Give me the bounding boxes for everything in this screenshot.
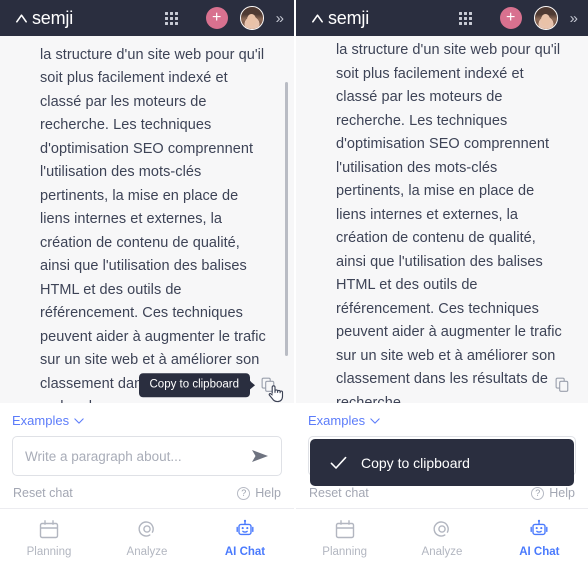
composer: Examples Reset chat ? Help: [0, 403, 294, 508]
brand-logo[interactable]: semji: [14, 9, 73, 27]
chat-scroll-area-right[interactable]: consiste à optimiser le contenu et la st…: [296, 36, 588, 403]
nav-label-planning: Planning: [322, 545, 368, 558]
left-screen: semji + » la structure d'un site web pou…: [0, 0, 294, 567]
nav-item-analyze[interactable]: Analyze: [98, 519, 196, 558]
app-header-right: semji + »: [296, 0, 588, 36]
brand-name-right: semji: [328, 8, 370, 28]
double-chevron-right-icon[interactable]: »: [570, 11, 578, 26]
nav-item-analyze[interactable]: Analyze: [393, 519, 490, 558]
examples-toggle-right[interactable]: Examples: [308, 411, 380, 436]
caret-up-icon: [16, 13, 27, 23]
target-spiral-icon: [138, 520, 154, 537]
chat-input[interactable]: [25, 448, 251, 464]
help-button[interactable]: ? Help: [237, 486, 281, 500]
question-mark-icon: ?: [531, 486, 545, 500]
nav-label-planning: Planning: [26, 545, 72, 558]
assistant-message-right: consiste à optimiser le contenu et la st…: [336, 42, 562, 403]
chevron-down-icon: [74, 417, 84, 424]
copy-icon[interactable]: Copy to clipboard: [138, 373, 284, 403]
nav-item-planning[interactable]: Planning: [296, 519, 393, 558]
send-icon[interactable]: [251, 449, 269, 463]
double-chevron-right-icon[interactable]: »: [276, 11, 284, 26]
robot-icon: [236, 519, 254, 535]
help-label: Help: [255, 486, 281, 500]
check-icon: [330, 456, 347, 469]
message-actions-right: [552, 375, 572, 395]
brand-name: semji: [32, 8, 74, 28]
help-button[interactable]: ? Help: [531, 486, 575, 500]
target-spiral-icon: [433, 520, 449, 537]
calendar-icon: [39, 519, 59, 538]
avatar[interactable]: [239, 6, 264, 30]
brand-logo-right[interactable]: semji: [310, 9, 369, 27]
nav-item-planning[interactable]: Planning: [0, 519, 98, 558]
toast-message: Copy to clipboard: [361, 454, 470, 471]
chevron-down-icon: [370, 417, 380, 424]
copy-icon-glyph: [261, 377, 274, 392]
grid-dots-icon[interactable]: [458, 11, 472, 25]
composer-meta: Reset chat ? Help: [12, 476, 282, 508]
robot-icon: [530, 519, 548, 535]
bottom-nav-right: Planning Analyze AI Chat: [296, 508, 588, 567]
nav-label-ai-chat: AI Chat: [519, 545, 560, 558]
help-label: Help: [549, 486, 575, 500]
avatar[interactable]: [533, 6, 558, 30]
message-actions: Copy to clipboard: [138, 373, 284, 403]
examples-label: Examples: [308, 413, 366, 428]
question-mark-icon: ?: [237, 486, 251, 500]
add-button[interactable]: +: [205, 7, 228, 29]
assistant-message: la structure d'un site web pour qu'il so…: [40, 47, 266, 403]
bottom-nav: Planning Analyze AI Chat: [0, 508, 294, 567]
vertical-scrollbar[interactable]: [285, 82, 288, 356]
chat-scroll-area[interactable]: la structure d'un site web pour qu'il so…: [0, 36, 294, 403]
copy-icon[interactable]: [552, 375, 572, 395]
right-screen: semji + » consiste à optimiser le conten…: [294, 0, 588, 567]
examples-label: Examples: [12, 413, 70, 428]
calendar-icon: [335, 519, 354, 538]
reset-chat-button[interactable]: Reset chat: [309, 486, 369, 500]
reset-chat-button[interactable]: Reset chat: [13, 486, 73, 500]
grid-dots-icon[interactable]: [164, 11, 178, 25]
app-root: semji + » la structure d'un site web pou…: [0, 0, 588, 567]
app-header: semji + »: [0, 0, 294, 36]
caret-up-icon: [312, 13, 323, 23]
nav-item-ai-chat[interactable]: AI Chat: [491, 519, 588, 558]
nav-label-analyze: Analyze: [421, 545, 463, 558]
examples-toggle[interactable]: Examples: [12, 411, 84, 436]
toast-notification: Copy to clipboard: [310, 439, 574, 486]
nav-item-ai-chat[interactable]: AI Chat: [196, 519, 294, 558]
nav-label-analyze: Analyze: [126, 545, 168, 558]
add-button[interactable]: +: [499, 7, 522, 29]
copy-icon-glyph: [555, 377, 568, 392]
chat-input-wrap[interactable]: [12, 436, 282, 476]
nav-label-ai-chat: AI Chat: [224, 545, 266, 558]
tooltip: Copy to clipboard: [138, 373, 250, 397]
